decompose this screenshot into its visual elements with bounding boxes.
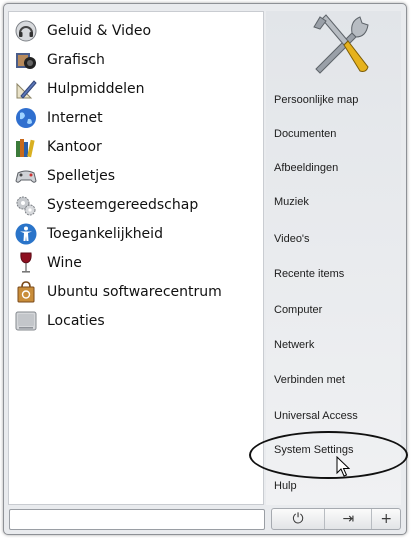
place-system-settings[interactable]: System Settings	[274, 441, 394, 459]
place-muziek[interactable]: Muziek	[274, 193, 394, 211]
place-persoonlijke-map[interactable]: Persoonlijke map	[274, 91, 394, 109]
category-wine[interactable]: Wine	[15, 250, 259, 276]
category-grafisch[interactable]: Grafisch	[15, 47, 259, 73]
gears-icon	[15, 194, 37, 216]
category-label: Toegankelijkheid	[47, 226, 163, 242]
category-label: Hulpmiddelen	[47, 81, 145, 97]
place-documenten[interactable]: Documenten	[274, 125, 394, 143]
wine-glass-icon	[15, 252, 37, 274]
session-buttons: ⏻ ⇥ +	[271, 508, 401, 530]
category-geluid-video[interactable]: Geluid & Video	[15, 18, 259, 44]
category-internet[interactable]: Internet	[15, 105, 259, 131]
category-label: Spelletjes	[47, 168, 116, 184]
category-label: Ubuntu softwarecentrum	[47, 284, 222, 300]
category-label: Locaties	[47, 313, 105, 329]
category-toegankelijkheid[interactable]: Toegankelijkheid	[15, 221, 259, 247]
books-icon	[15, 136, 37, 158]
category-label: Grafisch	[47, 52, 105, 68]
accessibility-icon	[15, 223, 37, 245]
mouse-pointer-icon	[336, 456, 350, 477]
plus-icon: +	[380, 511, 393, 527]
add-button[interactable]: +	[372, 509, 400, 529]
category-systeemgereedschap[interactable]: Systeemgereedschap	[15, 192, 259, 218]
logout-button[interactable]: ⇥	[325, 509, 373, 529]
place-verbinden-met[interactable]: Verbinden met	[274, 371, 394, 389]
category-spelletjes[interactable]: Spelletjes	[15, 163, 259, 189]
category-kantoor[interactable]: Kantoor	[15, 134, 259, 160]
place-hulp[interactable]: Hulp	[274, 477, 394, 495]
place-videos[interactable]: Video's	[274, 230, 394, 248]
place-afbeeldingen[interactable]: Afbeeldingen	[274, 159, 394, 177]
category-ubuntu-softwarecentrum[interactable]: Ubuntu softwarecentrum	[15, 279, 259, 305]
place-recente-items[interactable]: Recente items	[274, 265, 394, 283]
ruler-pencil-icon	[15, 78, 37, 100]
category-label: Kantoor	[47, 139, 102, 155]
place-computer[interactable]: Computer	[274, 301, 394, 319]
drive-icon	[15, 310, 37, 332]
headphones-icon	[15, 20, 37, 42]
place-netwerk[interactable]: Netwerk	[274, 336, 394, 354]
tools-icon	[313, 14, 369, 74]
search-input[interactable]	[9, 509, 265, 530]
logout-icon: ⇥	[342, 511, 355, 527]
power-icon: ⏻	[292, 511, 304, 527]
category-label: Internet	[47, 110, 103, 126]
place-universal-access[interactable]: Universal Access	[274, 407, 394, 425]
gamepad-icon	[15, 165, 37, 187]
camera-icon	[15, 49, 37, 71]
category-hulpmiddelen[interactable]: Hulpmiddelen	[15, 76, 259, 102]
category-label: Systeemgereedschap	[47, 197, 199, 213]
shopping-bag-icon	[15, 281, 37, 303]
places-list: Persoonlijke map Documenten Afbeeldingen…	[266, 11, 401, 505]
category-label: Wine	[47, 255, 82, 271]
category-locaties[interactable]: Locaties	[15, 308, 259, 334]
power-button[interactable]: ⏻	[272, 509, 326, 529]
categories-list: Geluid & Video Grafisch Hulpmiddelen Int…	[8, 11, 264, 505]
category-label: Geluid & Video	[47, 23, 152, 39]
globe-icon	[15, 107, 37, 129]
